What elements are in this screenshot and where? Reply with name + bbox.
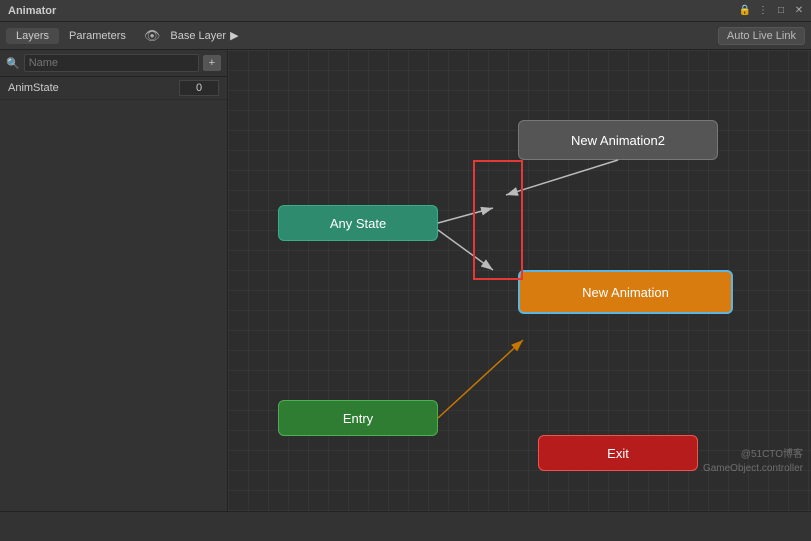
- entry-label: Entry: [343, 411, 373, 426]
- base-layer-label: Base Layer: [170, 30, 226, 42]
- toolbar: Layers Parameters 👁 Base Layer ▶ Auto Li…: [0, 22, 811, 50]
- selection-rect: [473, 160, 523, 280]
- search-input[interactable]: [24, 54, 199, 72]
- param-name: AnimState: [8, 82, 179, 94]
- window-controls: 🔒 ⋮ □ ✕: [739, 5, 805, 17]
- any-state-label: Any State: [330, 216, 386, 231]
- param-value-input[interactable]: [179, 80, 219, 96]
- animator-canvas: New Animation2 Any State New Animation E…: [228, 50, 811, 511]
- exit-label: Exit: [607, 446, 629, 461]
- menu-icon[interactable]: ⋮: [757, 5, 769, 17]
- node-new-animation2[interactable]: New Animation2: [518, 120, 718, 160]
- app-title: Animator: [8, 5, 56, 17]
- add-param-button[interactable]: +: [203, 55, 221, 71]
- search-bar: 🔍 +: [0, 50, 227, 77]
- breadcrumb-arrow: ▶: [230, 29, 238, 42]
- node-entry[interactable]: Entry: [278, 400, 438, 436]
- new-animation-label: New Animation: [582, 285, 669, 300]
- eye-icon[interactable]: 👁: [144, 28, 161, 44]
- auto-live-link-button[interactable]: Auto Live Link: [718, 27, 805, 45]
- close-icon[interactable]: ✕: [793, 5, 805, 17]
- left-panel: 🔍 + AnimState: [0, 50, 228, 511]
- param-row: AnimState: [0, 77, 227, 100]
- tab-parameters[interactable]: Parameters: [59, 28, 136, 44]
- status-bar: [0, 511, 811, 541]
- node-any-state[interactable]: Any State: [278, 205, 438, 241]
- watermark-line2: GameObject.controller: [703, 462, 803, 476]
- lock-icon[interactable]: 🔒: [739, 5, 751, 17]
- breadcrumb: Base Layer ▶: [170, 29, 238, 42]
- node-new-animation[interactable]: New Animation: [518, 270, 733, 314]
- node-exit[interactable]: Exit: [538, 435, 698, 471]
- search-icon: 🔍: [6, 57, 20, 70]
- tab-layers[interactable]: Layers: [6, 28, 59, 44]
- title-bar: Animator 🔒 ⋮ □ ✕: [0, 0, 811, 22]
- maximize-icon[interactable]: □: [775, 5, 787, 17]
- new-animation2-label: New Animation2: [571, 133, 665, 148]
- watermark-line1: @51CTO博客: [703, 448, 803, 462]
- watermark: @51CTO博客 GameObject.controller: [703, 448, 803, 476]
